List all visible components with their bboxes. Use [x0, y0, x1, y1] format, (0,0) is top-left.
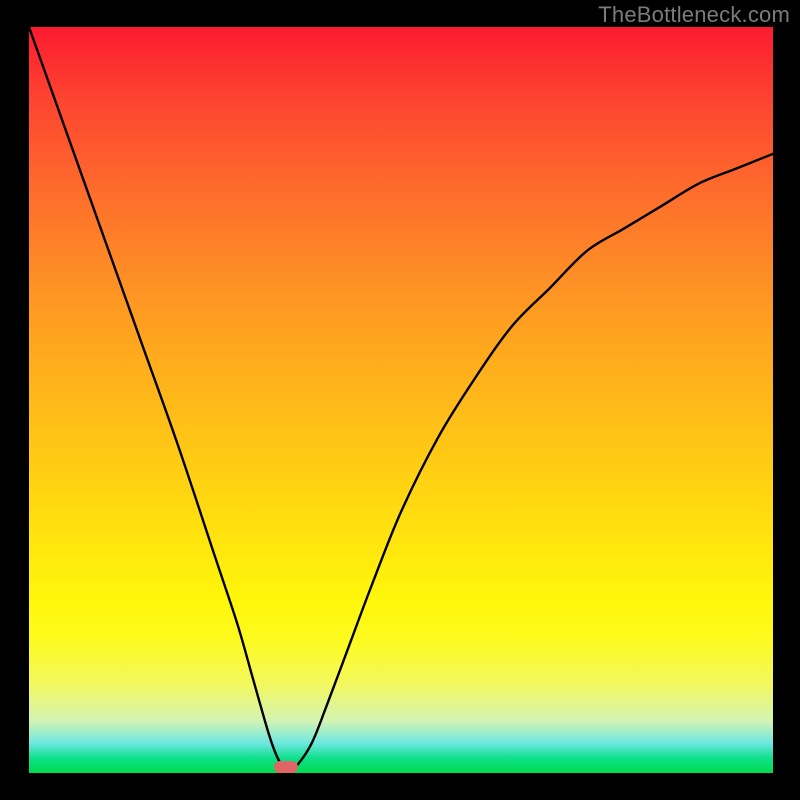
plot-area	[29, 27, 773, 773]
chart-frame: TheBottleneck.com	[0, 0, 800, 800]
optimal-marker	[274, 761, 298, 773]
watermark-text: TheBottleneck.com	[598, 2, 790, 28]
bottleneck-curve	[29, 27, 773, 773]
